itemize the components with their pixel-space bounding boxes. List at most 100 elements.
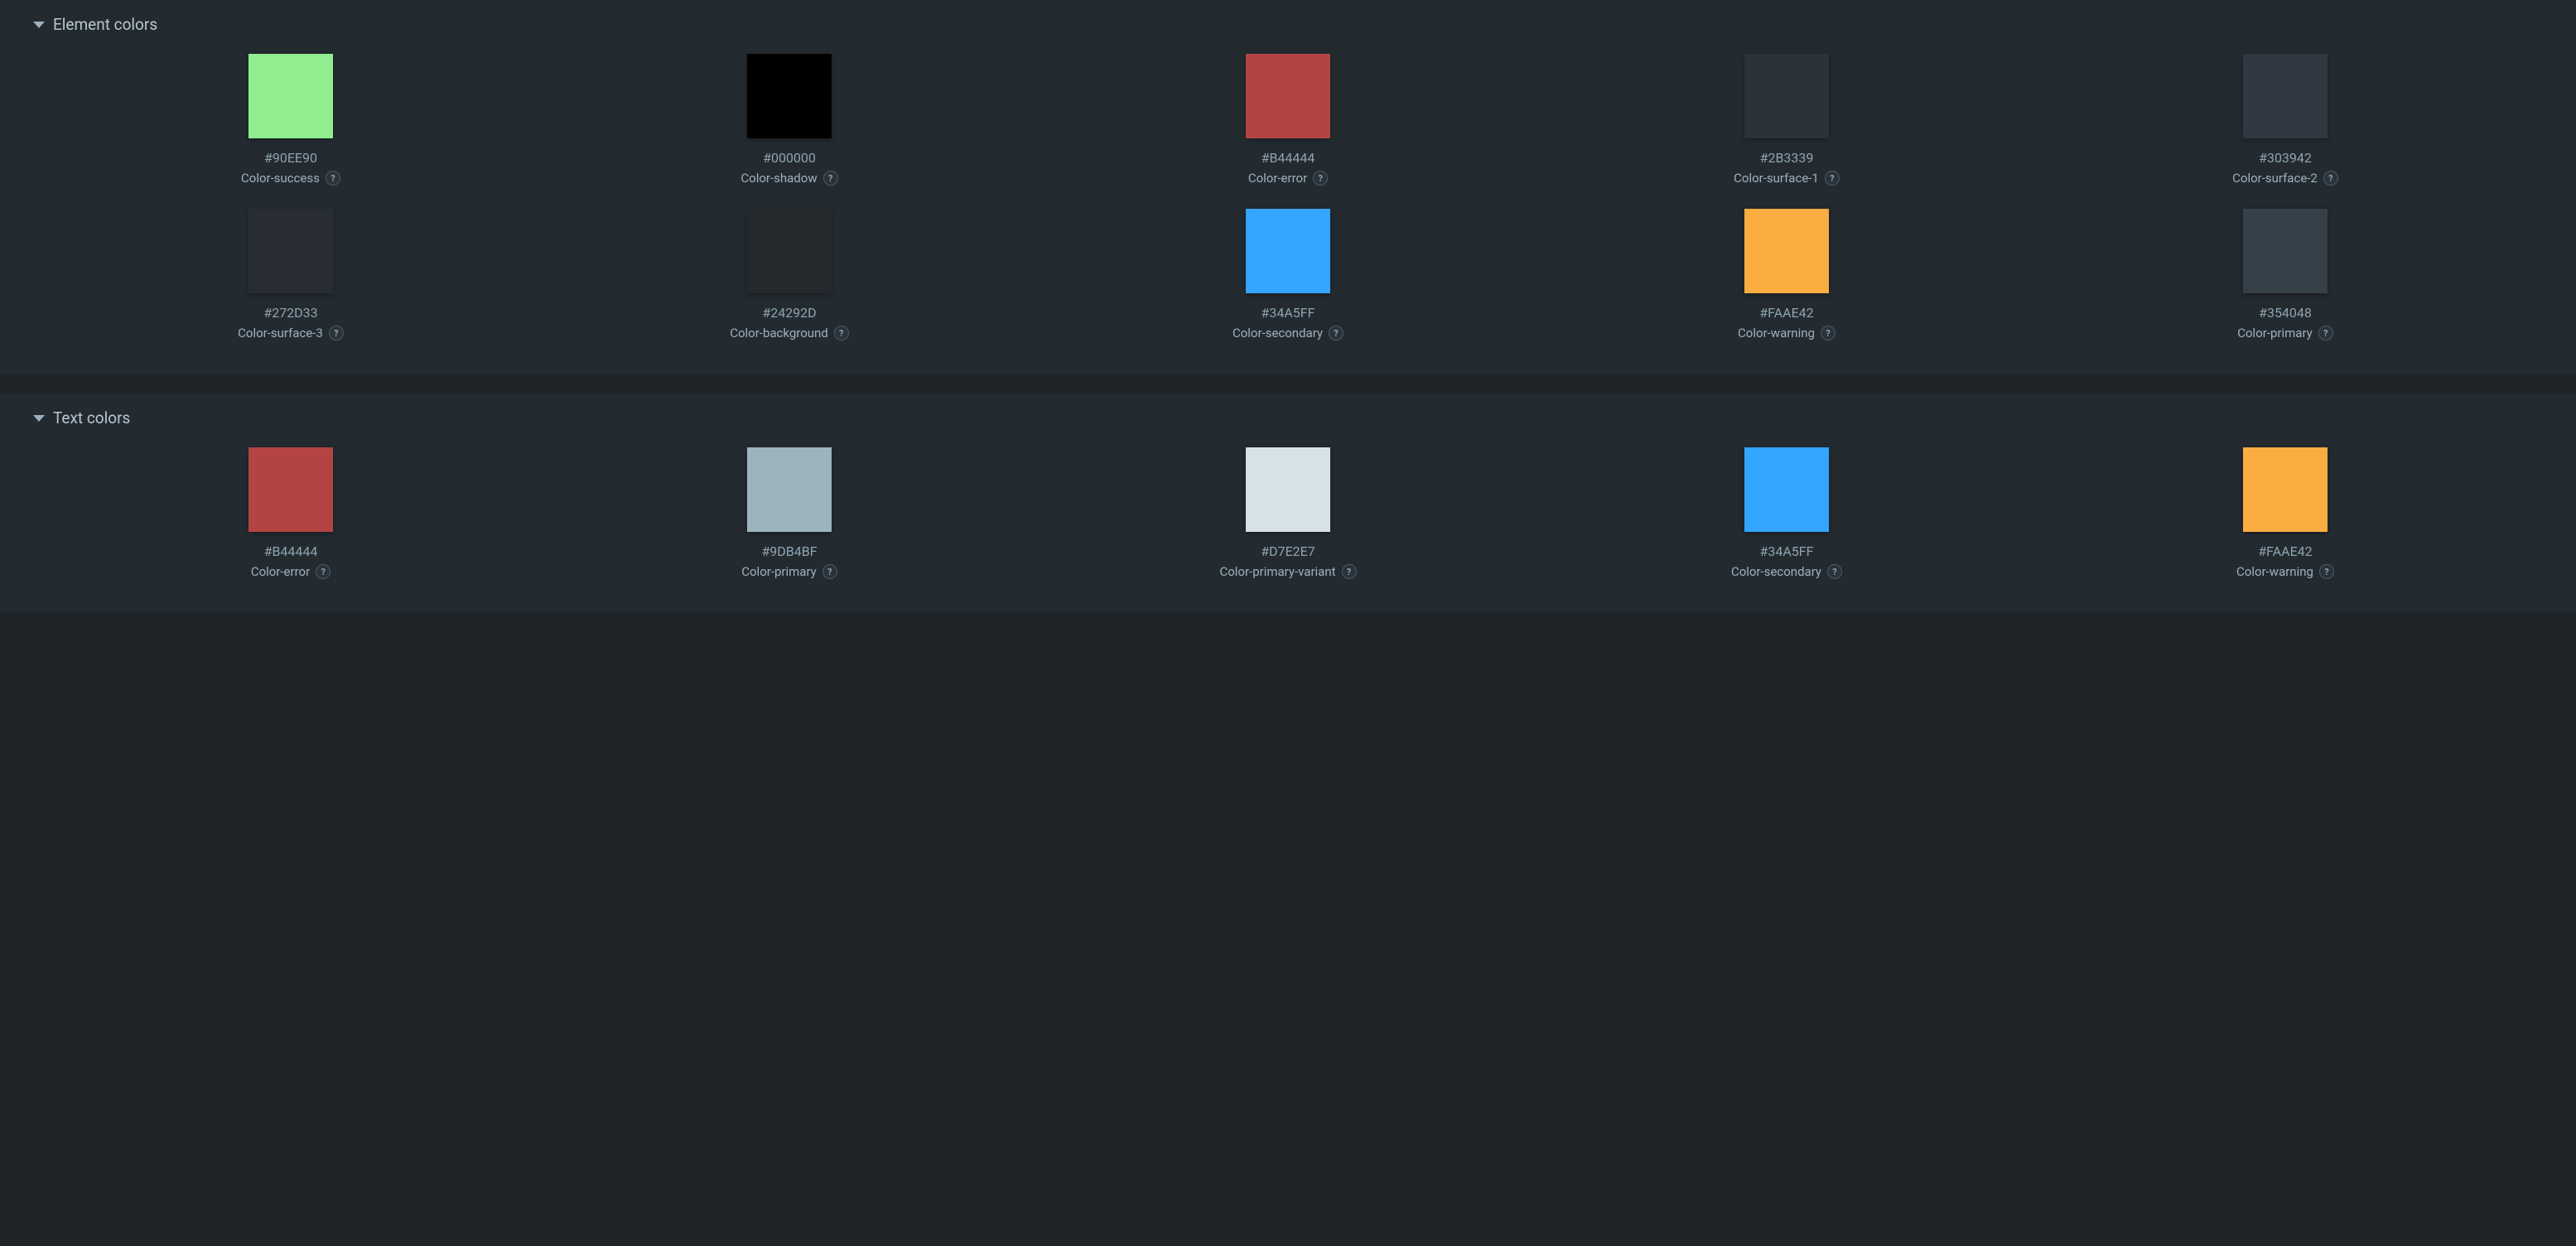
swatch-name: Color-background: [730, 326, 828, 340]
swatch-name-row: Color-primary?: [2237, 326, 2333, 340]
color-swatch[interactable]: [2243, 209, 2328, 293]
section-header[interactable]: Text colors: [33, 408, 2543, 427]
help-icon[interactable]: ?: [2319, 564, 2334, 579]
help-icon[interactable]: ?: [834, 326, 849, 340]
swatch-item: #90EE90 Color-success?: [50, 54, 532, 186]
help-icon[interactable]: ?: [1313, 171, 1328, 186]
color-swatch[interactable]: [1246, 54, 1330, 138]
swatch-name-row: Color-warning?: [2236, 564, 2334, 579]
swatch-name: Color-success: [241, 171, 320, 186]
swatch-hex: #FAAE42: [2258, 543, 2312, 559]
swatch-item: #B44444 Color-error?: [1047, 54, 1529, 186]
color-swatch[interactable]: [2243, 447, 2328, 532]
swatch-item: #2B3339 Color-surface-1?: [1546, 54, 2028, 186]
swatch-name-row: Color-surface-1?: [1734, 171, 1840, 186]
color-swatch[interactable]: [1744, 447, 1829, 532]
color-swatch[interactable]: [248, 54, 333, 138]
swatch-name-row: Color-primary?: [741, 564, 837, 579]
swatch-grid: #B44444 Color-error? #9DB4BF Color-primary?…: [33, 447, 2543, 579]
swatch-item: #24292D Color-background?: [548, 209, 1030, 340]
color-swatch[interactable]: [1246, 447, 1330, 532]
help-icon[interactable]: ?: [2323, 171, 2338, 186]
swatch-name: Color-surface-1: [1734, 171, 1819, 186]
color-section: Text colors #B44444 Color-error? #9DB4BF Col…: [0, 394, 2576, 612]
help-icon[interactable]: ?: [1827, 564, 1842, 579]
swatch-name-row: Color-primary-variant?: [1219, 564, 1356, 579]
color-section: Element colors#90EE90Color-success?#0000…: [0, 0, 2576, 374]
swatch-name: Color-primary-variant: [1219, 564, 1335, 579]
swatch-hex: #24292D: [762, 305, 816, 321]
swatch-name: Color-warning: [1738, 326, 1815, 340]
swatch-hex: #2B3339: [1760, 150, 1814, 166]
help-icon[interactable]: ?: [1342, 564, 1357, 579]
swatch-hex: #9DB4BF: [761, 543, 817, 559]
color-swatch[interactable]: [248, 209, 333, 293]
section-title: Element colors: [53, 15, 157, 34]
swatch-item: #B44444 Color-error?: [50, 447, 532, 579]
help-icon[interactable]: ?: [326, 171, 340, 186]
color-swatch[interactable]: [747, 447, 832, 532]
help-icon[interactable]: ?: [316, 564, 330, 579]
swatch-name: Color-error: [1248, 171, 1307, 186]
color-swatch[interactable]: [248, 447, 333, 532]
swatch-grid: #90EE90 Color-success? #000000 Color-shadow…: [33, 54, 2543, 340]
swatch-hex: #34A5FF: [1760, 543, 1814, 559]
swatch-hex: #303942: [2259, 150, 2312, 166]
chevron-down-icon: [33, 22, 45, 28]
swatch-hex: #272D33: [263, 305, 317, 321]
swatch-item: #000000 Color-shadow?: [548, 54, 1030, 186]
help-icon[interactable]: ?: [2318, 326, 2333, 340]
help-icon[interactable]: ?: [329, 326, 344, 340]
help-icon[interactable]: ?: [822, 564, 837, 579]
swatch-name: Color-primary: [2237, 326, 2313, 340]
swatch-item: #34A5FF Color-secondary?: [1546, 447, 2028, 579]
color-swatch[interactable]: [1744, 54, 1829, 138]
swatch-hex: #354048: [2259, 305, 2312, 321]
swatch-name-row: Color-success?: [241, 171, 340, 186]
help-icon[interactable]: ?: [1821, 326, 1836, 340]
swatch-name-row: Color-secondary?: [1731, 564, 1842, 579]
swatch-item: #303942 Color-surface-2?: [2044, 54, 2526, 186]
swatch-name: Color-surface-3: [238, 326, 323, 340]
swatch-name-row: Color-secondary?: [1233, 326, 1343, 340]
swatch-item: #354048 Color-primary?: [2044, 209, 2526, 340]
swatch-item: #9DB4BF Color-primary?: [548, 447, 1030, 579]
swatch-name-row: Color-warning?: [1738, 326, 1836, 340]
swatch-item: #D7E2E7 Color-primary-variant?: [1047, 447, 1529, 579]
swatch-name: Color-primary: [741, 564, 817, 579]
swatch-name-row: Color-surface-3?: [238, 326, 344, 340]
help-icon[interactable]: ?: [1329, 326, 1343, 340]
swatch-hex: #B44444: [264, 543, 318, 559]
swatch-hex: #000000: [763, 150, 816, 166]
color-swatch[interactable]: [747, 54, 832, 138]
section-title: Text colors: [53, 408, 130, 427]
color-swatch[interactable]: [1246, 209, 1330, 293]
swatch-item: #34A5FF Color-secondary?: [1047, 209, 1529, 340]
swatch-hex: #D7E2E7: [1261, 543, 1315, 559]
swatch-name: Color-warning: [2236, 564, 2313, 579]
swatch-name: Color-shadow: [740, 171, 817, 186]
swatch-item: #FAAE42 Color-warning?: [1546, 209, 2028, 340]
color-swatch[interactable]: [2243, 54, 2328, 138]
color-swatch[interactable]: [1744, 209, 1829, 293]
swatch-hex: #B44444: [1261, 150, 1315, 166]
swatch-name-row: Color-shadow?: [740, 171, 837, 186]
swatch-hex: #90EE90: [264, 150, 317, 166]
swatch-name: Color-secondary: [1731, 564, 1821, 579]
help-icon[interactable]: ?: [1825, 171, 1840, 186]
swatch-hex: #34A5FF: [1261, 305, 1315, 321]
color-swatch[interactable]: [747, 209, 832, 293]
swatch-name-row: Color-error?: [1248, 171, 1328, 186]
swatch-item: #272D33 Color-surface-3?: [50, 209, 532, 340]
swatch-item: #FAAE42 Color-warning?: [2044, 447, 2526, 579]
swatch-name: Color-surface-2: [2232, 171, 2318, 186]
chevron-down-icon: [33, 415, 45, 422]
swatch-hex: #FAAE42: [1759, 305, 1813, 321]
help-icon[interactable]: ?: [823, 171, 838, 186]
swatch-name: Color-error: [251, 564, 310, 579]
swatch-name-row: Color-background?: [730, 326, 849, 340]
swatch-name-row: Color-surface-2?: [2232, 171, 2338, 186]
section-header[interactable]: Element colors: [33, 15, 2543, 34]
swatch-name: Color-secondary: [1233, 326, 1323, 340]
swatch-name-row: Color-error?: [251, 564, 330, 579]
